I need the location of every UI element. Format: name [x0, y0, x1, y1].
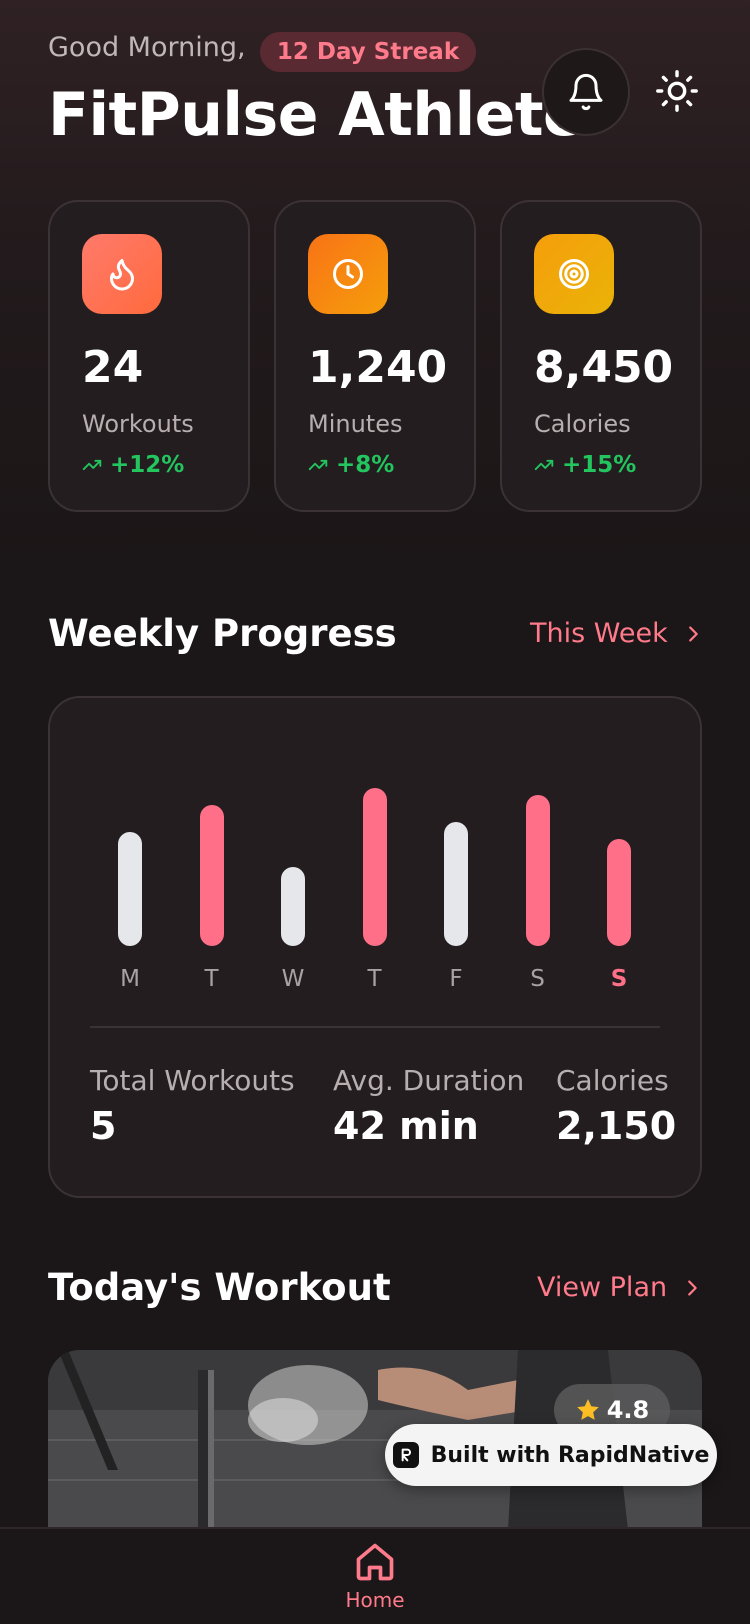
sun-icon: [656, 70, 698, 112]
trending-up-icon: [82, 459, 102, 471]
stat-card-calories[interactable]: 8,450 Calories +15%: [500, 200, 702, 512]
star-icon: [576, 1399, 599, 1420]
stat-change: +12%: [82, 452, 184, 478]
weekly-bar-6: [607, 839, 631, 946]
built-with-badge[interactable]: Built with RapidNative: [385, 1424, 717, 1486]
stat-label: Workouts: [82, 410, 194, 438]
day-label: M: [120, 966, 140, 992]
day-label: S: [610, 966, 628, 992]
streak-badge: 12 Day Streak: [260, 32, 476, 72]
nav-item-home[interactable]: Home: [335, 1540, 415, 1612]
stat-label: Calories: [534, 410, 631, 438]
rating-value: 4.8: [606, 1396, 650, 1424]
bell-icon: [569, 73, 603, 111]
flame-icon: [82, 234, 162, 314]
weekly-bar-2: [281, 867, 305, 946]
weekly-bar-1: [199, 805, 224, 946]
day-label: W: [281, 966, 305, 992]
weekly-bar-4: [444, 822, 468, 946]
stat-change-text: +12%: [110, 452, 185, 478]
greeting-text: Good Morning,: [48, 32, 246, 63]
theme-toggle-button[interactable]: [652, 66, 702, 116]
summary-label: Avg. Duration: [333, 1064, 525, 1097]
summary-label: Calories: [556, 1064, 669, 1097]
day-label: T: [204, 966, 219, 992]
page-title: FitPulse Athlete: [48, 80, 584, 150]
summary-label: Total Workouts: [90, 1064, 295, 1097]
day-label: T: [367, 966, 382, 992]
stat-change-text: +8%: [336, 452, 395, 478]
this-week-link[interactable]: This Week: [530, 618, 704, 649]
view-plan-link[interactable]: View Plan: [537, 1272, 703, 1303]
weekly-bar-5: [525, 795, 550, 946]
stat-change: +15%: [534, 452, 636, 478]
chevron-right-icon: [688, 1279, 697, 1296]
todays-workout-title: Today's Workout: [48, 1266, 391, 1309]
nav-home-label: Home: [345, 1588, 405, 1612]
this-week-link-label: This Week: [530, 618, 668, 649]
summary-value: 2,150: [556, 1104, 677, 1148]
trending-up-icon: [534, 459, 554, 471]
home-icon: [356, 1543, 394, 1581]
rapidnative-logo-icon: [392, 1442, 419, 1468]
built-with-label: Built with RapidNative: [430, 1442, 710, 1468]
chevron-right-icon: [688, 625, 698, 642]
summary-value: 42 min: [333, 1104, 479, 1148]
summary-value: 5: [90, 1104, 117, 1148]
notifications-button[interactable]: [542, 48, 630, 136]
clock-icon: [308, 234, 388, 314]
weekly-bar-0: [118, 832, 142, 946]
trending-up-icon: [308, 459, 328, 471]
stat-value: 8,450: [534, 342, 674, 393]
target-icon: [534, 234, 614, 314]
weekly-bar-3: [362, 788, 387, 946]
view-plan-link-label: View Plan: [537, 1272, 668, 1303]
stat-card-workouts[interactable]: 24 Workouts +12%: [48, 200, 250, 512]
weekly-progress-title: Weekly Progress: [48, 612, 397, 655]
day-label: S: [530, 966, 545, 992]
stat-change-text: +15%: [562, 452, 637, 478]
stat-card-minutes[interactable]: 1,240 Minutes +8%: [274, 200, 476, 512]
day-label: F: [449, 966, 463, 992]
stat-change: +8%: [308, 452, 394, 478]
stat-value: 1,240: [308, 342, 448, 393]
stat-label: Minutes: [308, 410, 403, 438]
divider: [90, 1026, 660, 1028]
stat-value: 24: [82, 342, 144, 393]
